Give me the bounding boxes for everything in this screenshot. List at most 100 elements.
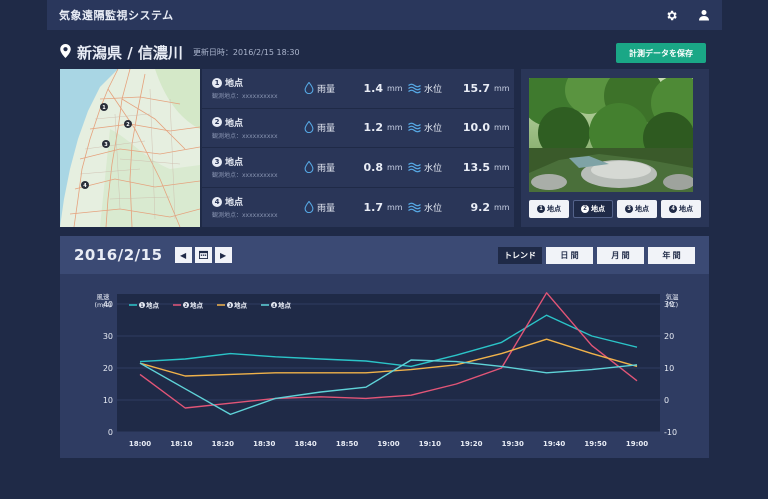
location-pin-icon bbox=[60, 43, 71, 62]
app-title: 気象遠隔監視システム bbox=[59, 9, 174, 22]
water-level: 水位 15.7 mm bbox=[408, 79, 512, 98]
trend-chart-panel: 2016/2/15 ◀ ▶ トレンド 日 間 月 間 年 間 0 10 20 30 40… bbox=[60, 236, 709, 458]
rainfall: 雨量 1.4 mm bbox=[304, 79, 408, 98]
station-subtitle: 観測地点：xxxxxxxxxx bbox=[212, 132, 278, 140]
user-icon[interactable] bbox=[698, 9, 710, 21]
station-number-badge: 1 bbox=[537, 205, 545, 213]
water-level-value: 9.2 bbox=[470, 200, 491, 214]
station-row[interactable]: 1 地点 観測地点：xxxxxxxxxx 雨量 1.4 mm 水位 15.7 mm bbox=[202, 69, 514, 109]
water-level-label: 水位 bbox=[424, 84, 443, 95]
station-number-badge: 3 bbox=[212, 156, 222, 167]
water-level-unit: mm bbox=[494, 123, 510, 133]
camera-station-1-button[interactable]: 1 地点 bbox=[529, 200, 569, 218]
x-tick-label: 18:00 bbox=[129, 440, 151, 448]
map-marker-1[interactable]: 1 bbox=[102, 105, 106, 111]
rainfall-unit: mm bbox=[387, 202, 403, 212]
left-axis-label: 風速 bbox=[97, 293, 111, 301]
camera-station-label: 地点 bbox=[547, 206, 561, 213]
rainfall-unit: mm bbox=[387, 162, 403, 172]
map-marker-4[interactable]: 4 bbox=[83, 183, 87, 189]
rainfall-label: 雨量 bbox=[317, 163, 336, 174]
top-bar: 気象遠隔監視システム bbox=[47, 0, 722, 30]
legend-label: 地点 bbox=[146, 301, 160, 310]
calendar-icon bbox=[198, 250, 208, 261]
updated-time: 更新日時：2016/2/15 18:30 bbox=[192, 48, 300, 57]
station-label: 地点 bbox=[225, 158, 244, 169]
x-tick-label: 19:20 bbox=[460, 440, 482, 448]
map-marker-2[interactable]: 2 bbox=[126, 122, 130, 128]
camera-panel: 1 地点 2 地点 3 地点 4 地点 bbox=[521, 69, 709, 227]
x-tick-label: 18:50 bbox=[336, 440, 358, 448]
water-level: 水位 10.0 mm bbox=[408, 118, 512, 137]
rainfall-label: 雨量 bbox=[317, 84, 336, 95]
right-axis-label: 気温 bbox=[666, 292, 680, 301]
daily-button[interactable]: 日 間 bbox=[546, 246, 593, 264]
station-name: 3 地点 観測地点：xxxxxxxxxx bbox=[212, 155, 304, 179]
station-number-badge: 4 bbox=[669, 205, 677, 213]
left-tick-label: 10 bbox=[103, 396, 113, 405]
camera-station-label: 地点 bbox=[679, 206, 693, 213]
monthly-button[interactable]: 月 間 bbox=[597, 246, 644, 264]
wave-icon bbox=[408, 118, 421, 137]
yearly-button[interactable]: 年 間 bbox=[648, 246, 695, 264]
x-tick-label: 19:30 bbox=[502, 440, 524, 448]
rainfall-value: 1.4 bbox=[363, 81, 384, 95]
station-label: 地点 bbox=[225, 118, 244, 129]
station-row[interactable]: 2 地点 観測地点：xxxxxxxxxx 雨量 1.2 mm 水位 10.0 mm bbox=[202, 109, 514, 148]
rainfall-value: 1.2 bbox=[363, 121, 384, 135]
station-row[interactable]: 3 地点 観測地点：xxxxxxxxxx 雨量 0.8 mm 水位 13.5 mm bbox=[202, 148, 514, 188]
legend-number: 2 bbox=[184, 303, 187, 309]
station-name: 4 地点 観測地点：xxxxxxxxxx bbox=[212, 195, 304, 219]
camera-station-3-button[interactable]: 3 地点 bbox=[617, 200, 657, 218]
station-number-badge: 3 bbox=[625, 205, 633, 213]
x-tick-label: 19:50 bbox=[584, 440, 606, 448]
calendar-button[interactable] bbox=[194, 247, 212, 263]
water-level-unit: mm bbox=[494, 83, 510, 93]
gear-icon[interactable] bbox=[665, 9, 678, 22]
location-header: 新潟県 / 信濃川 更新日時：2016/2/15 18:30 bbox=[60, 42, 300, 63]
chart-date: 2016/2/15 bbox=[74, 246, 163, 264]
chevron-right-icon: ▶ bbox=[219, 250, 227, 260]
left-tick-label: 30 bbox=[103, 332, 113, 341]
station-number-badge: 4 bbox=[212, 196, 222, 207]
raindrop-icon bbox=[304, 118, 314, 137]
map-marker-3[interactable]: 3 bbox=[104, 142, 108, 148]
x-tick-label: 18:20 bbox=[212, 440, 234, 448]
legend-number: 3 bbox=[228, 303, 231, 309]
right-tick-label: 0 bbox=[664, 396, 669, 405]
rainfall-label: 雨量 bbox=[317, 203, 336, 214]
station-name: 2 地点 観測地点：xxxxxxxxxx bbox=[212, 116, 304, 140]
prev-day-button[interactable]: ◀ bbox=[174, 247, 192, 263]
rainfall-value: 1.7 bbox=[363, 200, 384, 214]
rainfall: 雨量 0.8 mm bbox=[304, 158, 408, 177]
water-level-label: 水位 bbox=[424, 163, 443, 174]
legend-label: 地点 bbox=[190, 301, 204, 310]
right-tick-label: 10 bbox=[664, 364, 674, 373]
station-list: 1 地点 観測地点：xxxxxxxxxx 雨量 1.4 mm 水位 15.7 mm 2 地点 観測地点… bbox=[202, 69, 514, 227]
raindrop-icon bbox=[304, 198, 314, 217]
camera-station-4-button[interactable]: 4 地点 bbox=[661, 200, 701, 218]
right-axis-label: (℃) bbox=[666, 301, 678, 309]
water-level-label: 水位 bbox=[424, 124, 443, 135]
water-level: 水位 13.5 mm bbox=[408, 158, 512, 177]
left-tick-label: 20 bbox=[103, 364, 113, 373]
x-tick-label: 19:10 bbox=[419, 440, 441, 448]
x-tick-label: 18:40 bbox=[295, 440, 317, 448]
rainfall-label: 雨量 bbox=[317, 124, 336, 135]
rainfall: 雨量 1.2 mm bbox=[304, 118, 408, 137]
camera-image bbox=[529, 78, 693, 192]
legend-label: 地点 bbox=[278, 301, 292, 310]
station-row[interactable]: 4 地点 観測地点：xxxxxxxxxx 雨量 1.7 mm 水位 9.2 mm bbox=[202, 188, 514, 228]
camera-station-label: 地点 bbox=[591, 206, 605, 213]
station-number-badge: 2 bbox=[581, 205, 589, 213]
water-level-value: 13.5 bbox=[462, 160, 490, 174]
trend-button[interactable]: トレンド bbox=[498, 246, 542, 264]
wave-icon bbox=[408, 158, 421, 177]
save-data-button[interactable]: 計測データを保存 bbox=[616, 43, 706, 63]
station-label: 地点 bbox=[225, 79, 244, 90]
x-tick-label: 18:30 bbox=[253, 440, 275, 448]
next-day-button[interactable]: ▶ bbox=[214, 247, 232, 263]
right-tick-label: 20 bbox=[664, 332, 674, 341]
camera-station-2-button[interactable]: 2 地点 bbox=[573, 200, 613, 218]
map[interactable]: 1 2 3 4 bbox=[60, 69, 200, 227]
